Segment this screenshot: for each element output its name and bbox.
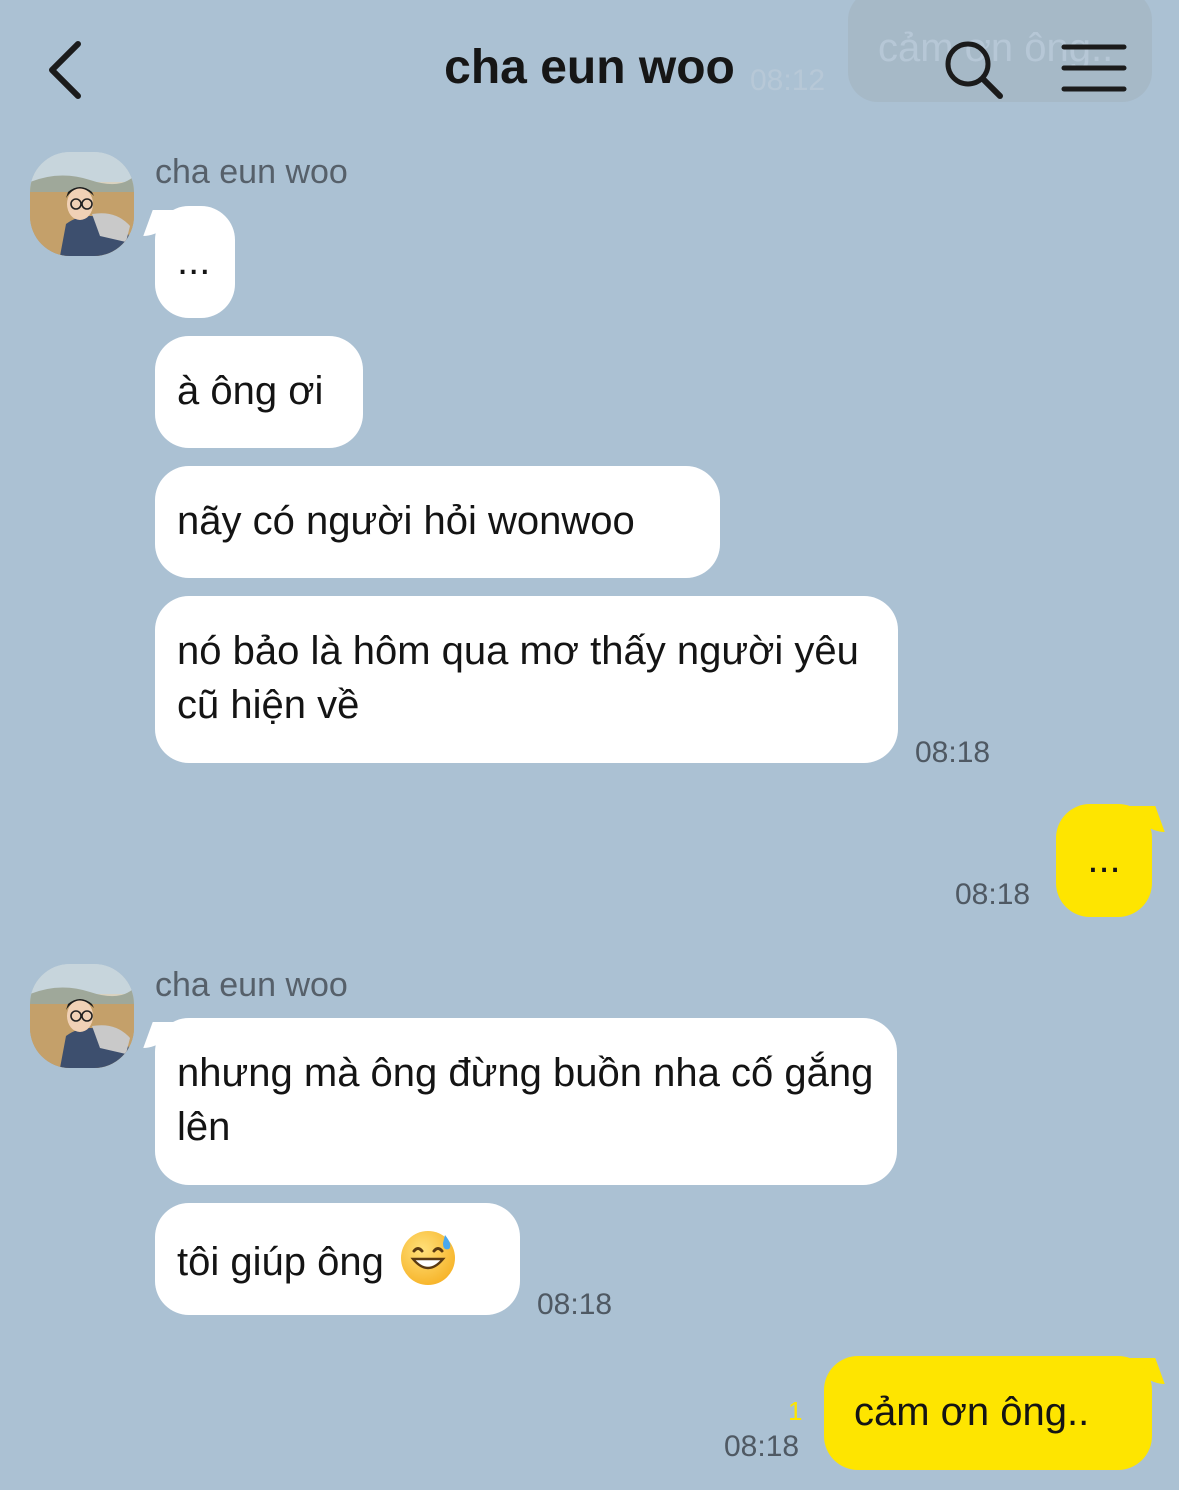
- message-time: 08:18: [915, 736, 991, 769]
- message-time: 08:18: [537, 1288, 613, 1321]
- incoming-message[interactable]: ...: [155, 206, 235, 318]
- outgoing-message[interactable]: ...: [1056, 804, 1152, 917]
- unread-count: 1: [788, 1396, 803, 1426]
- incoming-message[interactable]: nhưng mà ông đừng buồn nha cố gắng lên: [155, 1018, 897, 1185]
- search-icon: [945, 41, 1003, 99]
- avatar-photo: [30, 152, 134, 256]
- grinning-face-with-sweat-emoji-icon: [400, 1231, 455, 1285]
- avatar[interactable]: [30, 152, 134, 256]
- message-text: tôi giúp ông: [177, 1240, 384, 1284]
- message-time: 08:18: [955, 878, 1031, 911]
- search-button[interactable]: [940, 36, 1008, 104]
- outgoing-message[interactable]: cảm ơn ông..: [824, 1356, 1152, 1470]
- avatar[interactable]: [30, 964, 134, 1068]
- sender-name: cha eun woo: [155, 153, 348, 191]
- incoming-message[interactable]: tôi giúp ông: [155, 1203, 520, 1315]
- sender-name: cha eun woo: [155, 966, 348, 1004]
- hamburger-menu-icon: [1061, 44, 1127, 92]
- avatar-photo: [30, 964, 134, 1068]
- incoming-message[interactable]: nãy có người hỏi wonwoo: [155, 466, 720, 578]
- message-time: 08:18: [724, 1430, 800, 1463]
- incoming-message[interactable]: à ông ơi: [155, 336, 363, 448]
- incoming-message[interactable]: nó bảo là hôm qua mơ thấy người yêu cũ h…: [155, 596, 898, 763]
- menu-button[interactable]: [1060, 42, 1128, 94]
